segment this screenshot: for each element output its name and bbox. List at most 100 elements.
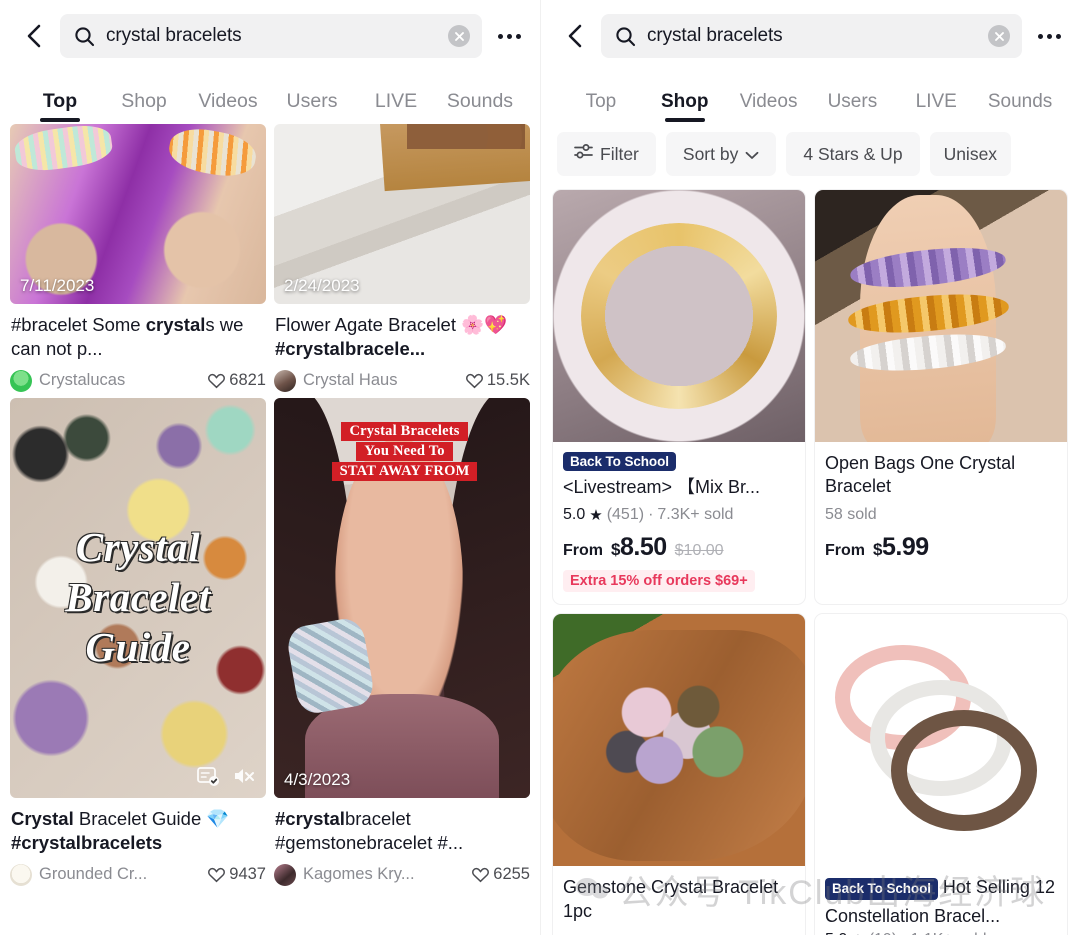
video-title-plain: #bracelet Some <box>11 314 146 335</box>
avatar[interactable] <box>274 369 296 392</box>
video-title-highlight: #crystal <box>275 807 345 829</box>
product-title: Open Bags One Crystal Bracelet <box>825 453 1016 497</box>
promotion-badge: Back To School <box>563 452 676 471</box>
video-card[interactable]: Crystal Bracelets You Need To STAT AWAY … <box>274 397 530 886</box>
video-title: Crystal Bracelet Guide 💎 #crystalbracele… <box>11 807 265 856</box>
video-title: #bracelet Some crystals we can not p... <box>11 313 265 362</box>
product-card[interactable]: Back To School Hot Selling 12 Constellat… <box>815 614 1067 935</box>
chevron-down-icon <box>745 144 759 165</box>
thumbnail-overlay-text: Crystal Bracelets You Need To STAT AWAY … <box>310 421 499 481</box>
like-count: 9437 <box>208 865 266 884</box>
product-info: Gemstone Crystal Bracelet 1pc <box>553 866 805 935</box>
filter-button[interactable]: Filter <box>557 132 656 176</box>
currency-symbol: $ <box>611 540 620 560</box>
video-card[interactable]: 2/24/2023 Flower Agate Bracelet 🌸💖 #crys… <box>274 124 530 392</box>
heart-icon <box>208 867 226 882</box>
tab-videos[interactable]: Videos <box>186 90 270 122</box>
video-author: Grounded Cr... <box>39 865 148 884</box>
like-count: 6255 <box>472 865 530 884</box>
price-amount: $8.50 <box>611 533 667 562</box>
review-count: (451) <box>606 506 645 524</box>
product-image[interactable] <box>553 190 805 442</box>
more-options-icon[interactable] <box>494 33 524 39</box>
tab-top[interactable]: Top <box>18 90 102 122</box>
video-meta: Grounded Cr... 9437 <box>10 863 266 886</box>
video-meta: Kagomes Kry... 6255 <box>274 863 530 886</box>
product-image[interactable] <box>553 614 805 867</box>
video-meta: Crystalucas 6821 <box>10 369 266 392</box>
currency-symbol: $ <box>873 539 882 559</box>
video-thumbnail[interactable]: 2/24/2023 <box>274 124 530 304</box>
back-arrow-icon[interactable] <box>22 23 48 49</box>
video-title: #crystalbracelet #gemstonebracelet #... <box>275 807 529 856</box>
video-thumbnail[interactable]: Crystal Bracelet Guide <box>10 397 266 798</box>
dot-separator: · <box>901 931 906 935</box>
product-rating: 5.0 ★ (451) · 7.3K+ sold <box>563 506 795 524</box>
video-author: Crystal Haus <box>303 371 398 390</box>
tab-users[interactable]: Users <box>270 90 354 122</box>
rating-filter-button[interactable]: 4 Stars & Up <box>786 132 920 176</box>
avatar[interactable] <box>10 863 32 886</box>
clear-search-icon[interactable] <box>988 25 1010 47</box>
video-thumbnail[interactable]: 7/11/2023 <box>10 124 266 304</box>
video-title-plain: Flower Agate Bracelet 🌸💖 <box>275 314 508 335</box>
gender-filter-button[interactable]: Unisex <box>929 132 1012 176</box>
product-card[interactable]: Back To School <Livestream> 【Mix Br... 5… <box>553 190 805 605</box>
right-search-field[interactable]: crystal bracelets <box>601 14 1022 58</box>
tab-top[interactable]: Top <box>559 91 643 122</box>
avatar[interactable] <box>274 863 296 886</box>
product-rating: 5.0 ★ (19) · 1.1K+ sold <box>825 931 1057 935</box>
like-count: 6821 <box>208 371 266 390</box>
video-title: Flower Agate Bracelet 🌸💖 #crystalbracele… <box>275 313 529 362</box>
product-card[interactable]: Open Bags One Crystal Bracelet 58 sold F… <box>815 190 1067 605</box>
tab-sounds[interactable]: Sounds <box>438 90 522 122</box>
video-card[interactable]: Crystal Bracelet Guide Crystal Bracelet … <box>10 397 266 886</box>
product-image[interactable] <box>815 190 1067 442</box>
product-card[interactable]: Gemstone Crystal Bracelet 1pc <box>553 614 805 935</box>
tab-users[interactable]: Users <box>810 91 894 122</box>
overlay-line: Crystal Bracelets <box>341 421 468 441</box>
tab-videos[interactable]: Videos <box>727 91 811 122</box>
overlay-line: Bracelet <box>65 574 211 621</box>
left-search-bar: crystal bracelets <box>0 0 540 72</box>
left-search-field[interactable]: crystal bracelets <box>60 14 482 58</box>
like-count-value: 15.5K <box>486 371 530 390</box>
video-title-highlight2: #crystalbracelets <box>11 832 163 854</box>
mute-icon[interactable] <box>232 764 256 788</box>
back-arrow-icon[interactable] <box>563 23 589 49</box>
product-price: From $8.50 $10.00 <box>563 533 795 562</box>
video-date: 2/24/2023 <box>284 276 360 295</box>
product-image[interactable] <box>815 614 1067 867</box>
tab-shop[interactable]: Shop <box>102 90 186 122</box>
tab-live[interactable]: LIVE <box>354 90 438 122</box>
caption-check-icon <box>196 764 220 788</box>
original-price: $10.00 <box>674 542 724 560</box>
product-info: Back To School <Livestream> 【Mix Br... 5… <box>553 442 805 604</box>
video-card[interactable]: 7/11/2023 #bracelet Some crystals we can… <box>10 124 266 392</box>
like-count-value: 6821 <box>229 371 266 390</box>
video-results-grid: 7/11/2023 #bracelet Some crystals we can… <box>0 124 540 886</box>
tab-sounds[interactable]: Sounds <box>978 91 1062 122</box>
tab-shop[interactable]: Shop <box>643 91 727 122</box>
product-results-grid: Back To School <Livestream> 【Mix Br... 5… <box>541 190 1080 935</box>
star-icon: ★ <box>851 931 864 935</box>
like-count-value: 9437 <box>229 865 266 884</box>
avatar[interactable] <box>10 369 32 392</box>
rating-value: 5.0 <box>563 506 586 524</box>
left-panel-top-results: crystal bracelets Top Shop Videos Users … <box>0 0 540 935</box>
video-author: Crystalucas <box>39 371 126 390</box>
sort-by-button[interactable]: Sort by <box>665 132 777 176</box>
tab-live[interactable]: LIVE <box>894 91 978 122</box>
right-search-query: crystal bracelets <box>647 25 783 46</box>
promo-tag: Extra 15% off orders $69+ <box>563 570 755 593</box>
price-amount: $5.99 <box>873 533 929 562</box>
more-options-icon[interactable] <box>1034 33 1064 39</box>
like-count: 15.5K <box>465 371 530 390</box>
rating-value: 5.0 <box>825 931 847 935</box>
right-panel-shop-results: crystal bracelets Top Shop Videos Users … <box>540 0 1080 935</box>
product-title: <Livestream> 【Mix Br... <box>563 477 761 497</box>
video-thumbnail[interactable]: Crystal Bracelets You Need To STAT AWAY … <box>274 397 530 798</box>
clear-search-icon[interactable] <box>448 25 470 47</box>
sold-count: 7.3K+ sold <box>657 506 734 524</box>
filter-bar: Filter Sort by 4 Stars & Up Unisex <box>541 122 1080 190</box>
